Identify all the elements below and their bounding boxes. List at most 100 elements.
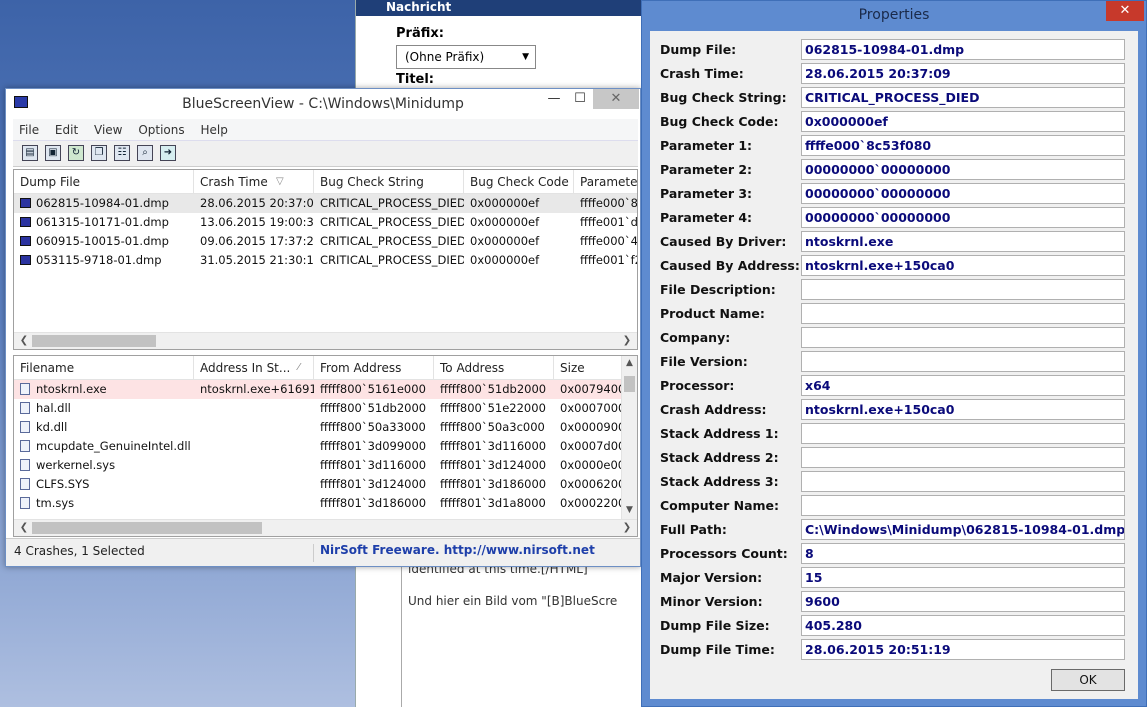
prefix-select-value: (Ohne Präfix) (405, 50, 485, 64)
chevron-left-icon[interactable]: ❮ (16, 333, 32, 349)
property-value-field[interactable] (801, 279, 1125, 300)
property-value-field[interactable] (801, 495, 1125, 516)
cell-parameter: ffffe000`4b (580, 234, 638, 248)
cell-address-in-stack (194, 475, 314, 494)
properties-title: Properties (858, 7, 930, 23)
property-value-field[interactable]: 28.06.2015 20:51:19 (801, 639, 1125, 660)
chevron-down-icon[interactable]: ▼ (622, 505, 637, 519)
property-value-field[interactable]: ffffe000`8c53f080 (801, 135, 1125, 156)
column-address-in-stack[interactable]: Address In St... ⁄ (194, 356, 314, 380)
driver-row[interactable]: ntoskrnl.exe ntoskrnl.exe+616918 fffff80… (14, 380, 637, 399)
property-value-field[interactable] (801, 447, 1125, 468)
property-value-field[interactable]: 405.280 (801, 615, 1125, 636)
cell-size: 0x0007d000 (560, 439, 622, 453)
driver-row[interactable]: tm.sys fffff801`3d186000 fffff801`3d1a80… (14, 494, 637, 513)
property-row: Computer Name: (650, 495, 1138, 517)
prefix-select[interactable]: (Ohne Präfix) ▼ (396, 45, 536, 69)
property-value-field[interactable]: 0x000000ef (801, 111, 1125, 132)
driver-row[interactable]: werkernel.sys fffff801`3d116000 fffff801… (14, 456, 637, 475)
column-dump-file[interactable]: Dump File (14, 170, 194, 194)
property-value-field[interactable]: 062815-10984-01.dmp (801, 39, 1125, 60)
property-value-field[interactable]: 8 (801, 543, 1125, 564)
hscroll-thumb[interactable] (32, 522, 262, 534)
property-value-field[interactable] (801, 303, 1125, 324)
menu-view[interactable]: View (88, 119, 128, 137)
property-value-field[interactable]: CRITICAL_PROCESS_DIED (801, 87, 1125, 108)
column-bug-check-string[interactable]: Bug Check String (314, 170, 464, 194)
cell-crash-time: 09.06.2015 17:37:27 (200, 234, 314, 248)
hscroll-thumb[interactable] (32, 335, 156, 347)
driver-list[interactable]: Filename Address In St... ⁄ From Address… (13, 355, 638, 537)
column-filename[interactable]: Filename (14, 356, 194, 380)
driver-row[interactable]: hal.dll fffff800`51db2000 fffff800`51e22… (14, 399, 637, 418)
driver-row[interactable]: CLFS.SYS fffff801`3d124000 fffff801`3d18… (14, 475, 637, 494)
property-value-field[interactable]: ntoskrnl.exe (801, 231, 1125, 252)
properties-close-button[interactable]: ✕ (1106, 1, 1144, 21)
property-row: Bug Check Code: 0x000000ef (650, 111, 1138, 133)
property-value-field[interactable]: 00000000`00000000 (801, 207, 1125, 228)
property-value-field[interactable] (801, 327, 1125, 348)
menu-options[interactable]: Options (132, 119, 190, 137)
property-label: Stack Address 2: (660, 450, 779, 465)
property-row: Stack Address 3: (650, 471, 1138, 493)
bsv-titlebar[interactable]: BlueScreenView - C:\Windows\Minidump — ☐… (6, 89, 640, 119)
crash-row[interactable]: 053115-9718-01.dmp 31.05.2015 21:30:14 C… (14, 251, 637, 270)
property-value-field[interactable]: ntoskrnl.exe+150ca0 (801, 255, 1125, 276)
column-crash-time-label: Crash Time (200, 175, 268, 189)
column-to-address[interactable]: To Address (434, 356, 554, 380)
vscroll-thumb[interactable] (624, 376, 635, 392)
crash-row[interactable]: 060915-10015-01.dmp 09.06.2015 17:37:27 … (14, 232, 637, 251)
html-report-button[interactable]: ▤ (22, 145, 38, 161)
message-editor[interactable] (401, 560, 646, 707)
menu-help[interactable]: Help (194, 119, 233, 137)
driver-row[interactable]: kd.dll fffff800`50a33000 fffff800`50a3c0… (14, 418, 637, 437)
property-value-field[interactable] (801, 351, 1125, 372)
menu-file[interactable]: File (13, 119, 45, 137)
minimize-button[interactable]: — (541, 89, 567, 109)
column-size[interactable]: Size (554, 356, 622, 380)
property-value-field[interactable]: 28.06.2015 20:37:09 (801, 63, 1125, 84)
driver-list-vscrollbar[interactable]: ▲ ▼ (621, 356, 637, 521)
property-value-field[interactable]: 9600 (801, 591, 1125, 612)
copy-button[interactable]: ❐ (91, 145, 107, 161)
maximize-button[interactable]: ☐ (567, 89, 593, 109)
property-value-field[interactable]: ntoskrnl.exe+150ca0 (801, 399, 1125, 420)
chevron-right-icon[interactable]: ❯ (619, 520, 635, 536)
find-button[interactable]: ⌕ (137, 145, 153, 161)
driver-list-hscrollbar[interactable]: ❮ ❯ (14, 519, 637, 536)
chevron-up-icon[interactable]: ▲ (622, 358, 637, 372)
property-row: Processors Count: 8 (650, 543, 1138, 565)
column-bug-check-code[interactable]: Bug Check Code (464, 170, 574, 194)
chevron-right-icon[interactable]: ❯ (619, 333, 635, 349)
save-button[interactable]: ▣ (45, 145, 61, 161)
column-from-address[interactable]: From Address (314, 356, 434, 380)
chevron-left-icon[interactable]: ❮ (16, 520, 32, 536)
refresh-button[interactable]: ↻ (68, 145, 84, 161)
crash-list-hscrollbar[interactable]: ❮ ❯ (14, 332, 637, 349)
ok-button[interactable]: OK (1051, 669, 1125, 691)
crash-row[interactable]: 062815-10984-01.dmp 28.06.2015 20:37:09 … (14, 194, 637, 213)
property-value-field[interactable] (801, 423, 1125, 444)
close-button[interactable]: ✕ (593, 89, 639, 109)
properties-button[interactable]: ☷ (114, 145, 130, 161)
property-value-field[interactable]: x64 (801, 375, 1125, 396)
driver-row[interactable]: mcupdate_GenuineIntel.dll fffff801`3d099… (14, 437, 637, 456)
property-value-field[interactable]: C:\Windows\Minidump\062815-10984-01.dmp (801, 519, 1125, 540)
menu-edit[interactable]: Edit (49, 119, 84, 137)
property-value-field[interactable]: 00000000`00000000 (801, 159, 1125, 180)
properties-titlebar[interactable]: Properties ✕ (642, 1, 1146, 31)
column-parameter[interactable]: Parameter (574, 170, 637, 194)
crash-row[interactable]: 061315-10171-01.dmp 13.06.2015 19:00:39 … (14, 213, 637, 232)
property-value-field[interactable]: 00000000`00000000 (801, 183, 1125, 204)
property-value-field[interactable] (801, 471, 1125, 492)
cell-bug-check-string: CRITICAL_PROCESS_DIED (320, 196, 464, 210)
column-crash-time[interactable]: Crash Time ▽ (194, 170, 314, 194)
property-row: File Description: (650, 279, 1138, 301)
nirsoft-link[interactable]: NirSoft Freeware. http://www.nirsoft.net (320, 543, 595, 557)
exit-button[interactable]: ➜ (160, 145, 176, 161)
crash-list[interactable]: Dump File Crash Time ▽ Bug Check String … (13, 169, 638, 350)
property-row: Dump File Time: 28.06.2015 20:51:19 (650, 639, 1138, 661)
editor-text-line-2: Und hier ein Bild vom "[B]BlueScre (408, 594, 618, 608)
property-value-field[interactable]: 15 (801, 567, 1125, 588)
sort-descending-icon: ▽ (276, 176, 284, 187)
